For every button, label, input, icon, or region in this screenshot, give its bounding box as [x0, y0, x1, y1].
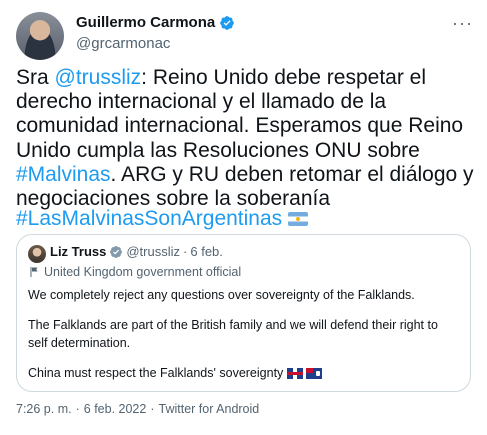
- tweet-text: Sra @trussliz: Reino Unido debe respetar…: [16, 66, 476, 211]
- quoted-tweet-body: We completely reject any questions over …: [28, 286, 458, 394]
- uk-flag-icon: [286, 368, 303, 380]
- quoted-tweet-header: Liz Truss @trussliz · 6 feb.: [50, 244, 223, 259]
- more-options-icon[interactable]: ···: [452, 14, 473, 32]
- quoted-paragraph-2: The Falklands are part of the British fa…: [28, 318, 438, 350]
- affiliation-text: United Kingdom government official: [44, 265, 242, 279]
- verified-badge-icon: [220, 15, 235, 30]
- quoted-verified-badge-icon: [110, 245, 123, 258]
- meta-separator-2: ·: [150, 402, 155, 416]
- author-name[interactable]: Guillermo Carmona: [76, 14, 215, 31]
- hashtag-link-lasmalvinassonargentinas[interactable]: #LasMalvinasSonArgentinas: [16, 207, 282, 231]
- hashtag-line: #LasMalvinasSonArgentinas: [16, 207, 309, 231]
- argentina-flag-icon: [288, 212, 309, 226]
- quoted-tweet-date[interactable]: 6 feb.: [190, 244, 223, 259]
- quoted-author-avatar[interactable]: [28, 245, 46, 263]
- flag-label-icon: [30, 267, 38, 277]
- flags-group: [286, 368, 322, 380]
- tweet-text-prefix: Sra: [16, 66, 55, 89]
- quoted-header-separator: ·: [183, 244, 188, 259]
- hashtag-link-malvinas[interactable]: #Malvinas: [16, 163, 111, 186]
- quoted-author-name[interactable]: Liz Truss: [50, 244, 106, 259]
- quoted-author-handle[interactable]: @trussliz: [126, 244, 180, 259]
- tweet-source[interactable]: Twitter for Android: [159, 402, 260, 416]
- quoted-tweet-card[interactable]: Liz Truss @trussliz · 6 feb. United King…: [16, 234, 471, 392]
- quoted-paragraph-1: We completely reject any questions over …: [28, 288, 415, 302]
- author-handle[interactable]: @grcarmonac: [76, 35, 170, 52]
- quoted-paragraph-3-text: China must respect the Falklands' sovere…: [28, 366, 284, 380]
- falklands-flag-icon: [305, 368, 322, 380]
- author-name-row: Guillermo Carmona: [76, 14, 235, 31]
- tweet-date[interactable]: 6 feb. 2022: [84, 402, 147, 416]
- government-affiliation-label: United Kingdom government official: [28, 265, 241, 279]
- quoted-paragraph-3: China must respect the Falklands' sovere…: [28, 364, 458, 382]
- mention-link[interactable]: @trussliz: [55, 66, 142, 89]
- meta-separator-1: ·: [75, 402, 80, 416]
- tweet-time[interactable]: 7:26 p. m.: [16, 402, 72, 416]
- author-avatar[interactable]: [16, 12, 64, 60]
- tweet-metadata: 7:26 p. m. · 6 feb. 2022 · Twitter for A…: [16, 402, 259, 416]
